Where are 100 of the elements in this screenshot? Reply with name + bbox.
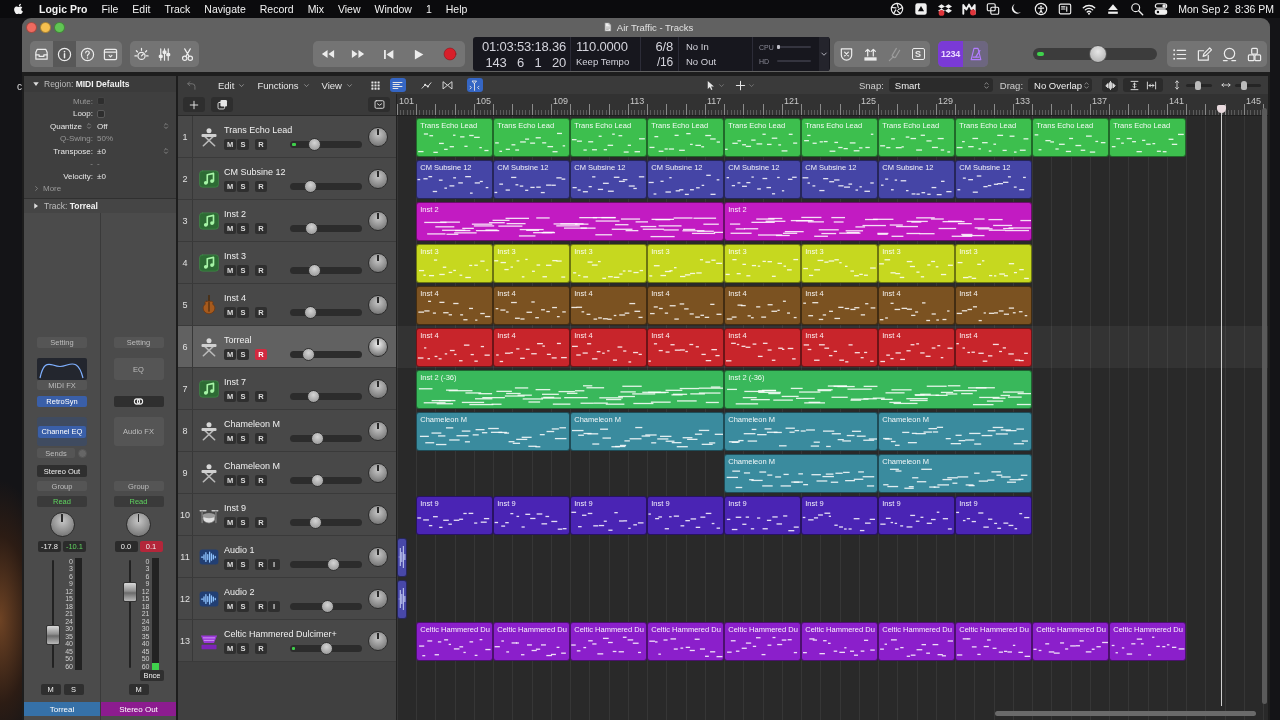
region-inspector-header[interactable]: Region: MIDI Defaults — [24, 76, 176, 92]
master-volume-slider[interactable] — [1033, 48, 1157, 60]
output-display[interactable]: No Out — [686, 54, 717, 69]
menu-item[interactable]: Track — [164, 3, 191, 15]
volume-slider[interactable] — [290, 603, 362, 610]
count-in-button[interactable]: 1234 — [938, 41, 963, 67]
volume-slider[interactable] — [290, 435, 362, 442]
pan-knob[interactable] — [368, 336, 388, 357]
slider-thumb[interactable] — [303, 306, 317, 319]
menu-item[interactable]: Navigate — [204, 3, 246, 15]
channel-strip-name[interactable]: Stereo Out — [101, 702, 176, 716]
eq-curve-icon[interactable] — [37, 358, 87, 380]
triangle-tile-icon[interactable] — [914, 2, 929, 16]
slider-thumb[interactable] — [310, 432, 324, 445]
vertical-bracket-arrows-icon[interactable] — [1129, 79, 1141, 91]
inspector-button[interactable] — [53, 41, 76, 67]
box-badge-icon[interactable] — [938, 2, 953, 16]
menu-item[interactable]: 1 — [425, 3, 432, 15]
tempo-display[interactable]: 110.0000 — [576, 39, 628, 54]
pan-knob[interactable] — [368, 630, 388, 651]
volume-slider[interactable] — [290, 477, 362, 484]
input-display[interactable]: No In — [686, 39, 709, 54]
slider-thumb[interactable] — [306, 390, 320, 403]
eject-icon[interactable] — [1106, 2, 1121, 16]
menu-item[interactable]: Record — [259, 3, 294, 15]
time-signature[interactable]: 6/8 — [655, 38, 673, 54]
volume-slider[interactable] — [290, 351, 362, 358]
slider-thumb[interactable] — [304, 222, 318, 235]
menu-button[interactable]: View — [321, 79, 353, 91]
fader-thumb[interactable] — [46, 625, 60, 646]
menu-item[interactable]: Help — [445, 3, 468, 15]
display-icon[interactable] — [1058, 2, 1073, 16]
more-toggle[interactable]: More — [24, 182, 176, 195]
slider-thumb[interactable] — [310, 474, 324, 487]
aperture-icon[interactable] — [890, 2, 905, 16]
drag-dropdown[interactable]: No Overlap — [1028, 78, 1093, 92]
global-tracks-button[interactable] — [368, 97, 390, 112]
volume-slider[interactable] — [290, 393, 362, 400]
slider-thumb[interactable] — [1241, 80, 1248, 90]
menu-item[interactable]: Mix — [307, 3, 324, 15]
minimize-button[interactable] — [40, 21, 51, 33]
bar-position-display[interactable]: 143 6 1 20 — [485, 54, 566, 70]
track-name[interactable]: Celtic Hammered Dulcimer+ — [224, 629, 362, 640]
slider-thumb[interactable] — [321, 600, 335, 613]
track-name[interactable]: Chameleon M — [224, 419, 362, 430]
waveform-zoom-button[interactable] — [1102, 78, 1119, 92]
pan-knob[interactable] — [368, 294, 388, 315]
slider-thumb[interactable] — [1195, 80, 1202, 90]
track-name[interactable]: Inst 2 — [224, 209, 362, 220]
slider-thumb[interactable] — [307, 264, 321, 277]
pan-knob[interactable] — [368, 546, 388, 567]
fader-thumb[interactable] — [122, 581, 137, 602]
duplicate-track-button[interactable] — [211, 97, 233, 112]
pan-knob[interactable] — [368, 504, 388, 525]
track-name[interactable]: Audio 2 — [224, 587, 362, 598]
pan-knob[interactable] — [368, 168, 388, 189]
menu-item[interactable]: Window — [374, 3, 412, 15]
channel-strip-name[interactable]: Torreal — [24, 702, 100, 716]
pan-knob[interactable] — [49, 512, 75, 537]
slider-thumb[interactable] — [309, 516, 323, 529]
track-name[interactable]: Chameleon M — [224, 461, 362, 472]
track-name[interactable]: Inst 9 — [224, 503, 362, 514]
pan-knob[interactable] — [126, 512, 151, 537]
track-name[interactable]: Inst 7 — [224, 377, 362, 388]
slider-thumb[interactable] — [303, 180, 317, 193]
volume-slider[interactable] — [290, 519, 362, 526]
toggles-icon[interactable] — [1154, 2, 1169, 16]
apple-icon[interactable] — [13, 3, 25, 15]
menu-button[interactable]: Edit — [218, 79, 246, 91]
pan-knob[interactable] — [368, 420, 388, 441]
volume-fader[interactable] — [122, 558, 137, 670]
slider-thumb[interactable] — [327, 558, 341, 571]
pan-knob[interactable] — [368, 462, 388, 483]
time-display[interactable]: 01:03:53:18.36 — [482, 38, 566, 54]
volume-slider[interactable] — [290, 309, 362, 316]
volume-fader[interactable] — [46, 558, 60, 670]
solo-button[interactable]: S — [906, 41, 930, 67]
param-value[interactable]: ±0 — [97, 171, 106, 181]
param-value[interactable]: Off — [97, 121, 108, 131]
pan-knob[interactable] — [368, 126, 388, 147]
zoom-button[interactable] — [54, 21, 65, 33]
menu-button[interactable]: Functions — [257, 79, 310, 91]
param-value[interactable]: ±0 — [97, 146, 106, 156]
slider-thumb[interactable] — [319, 642, 333, 655]
timeline-ruler[interactable]: 101 105 109 113 117 121 125 129 133 137 141 145 — [397, 94, 1268, 116]
checkbox[interactable] — [97, 109, 105, 118]
volume-slider[interactable] — [290, 645, 362, 652]
menu-item[interactable]: Edit — [132, 3, 151, 15]
add-track-button[interactable] — [183, 97, 205, 112]
app-menu[interactable]: Logic Pro — [39, 3, 88, 15]
windows-icon[interactable] — [986, 2, 1001, 16]
accessibility-icon[interactable] — [1034, 2, 1049, 16]
catch-view-button[interactable] — [467, 78, 483, 92]
peaks-badge-icon[interactable] — [962, 2, 977, 16]
search-icon[interactable] — [1130, 2, 1145, 16]
pan-knob[interactable] — [368, 378, 388, 399]
horizontal-bracket-arrows-icon[interactable] — [1146, 79, 1158, 91]
track-name[interactable]: Torreal — [224, 335, 362, 346]
wifi-icon[interactable] — [1082, 2, 1097, 16]
track-name[interactable]: CM Subsine 12 — [224, 167, 362, 178]
